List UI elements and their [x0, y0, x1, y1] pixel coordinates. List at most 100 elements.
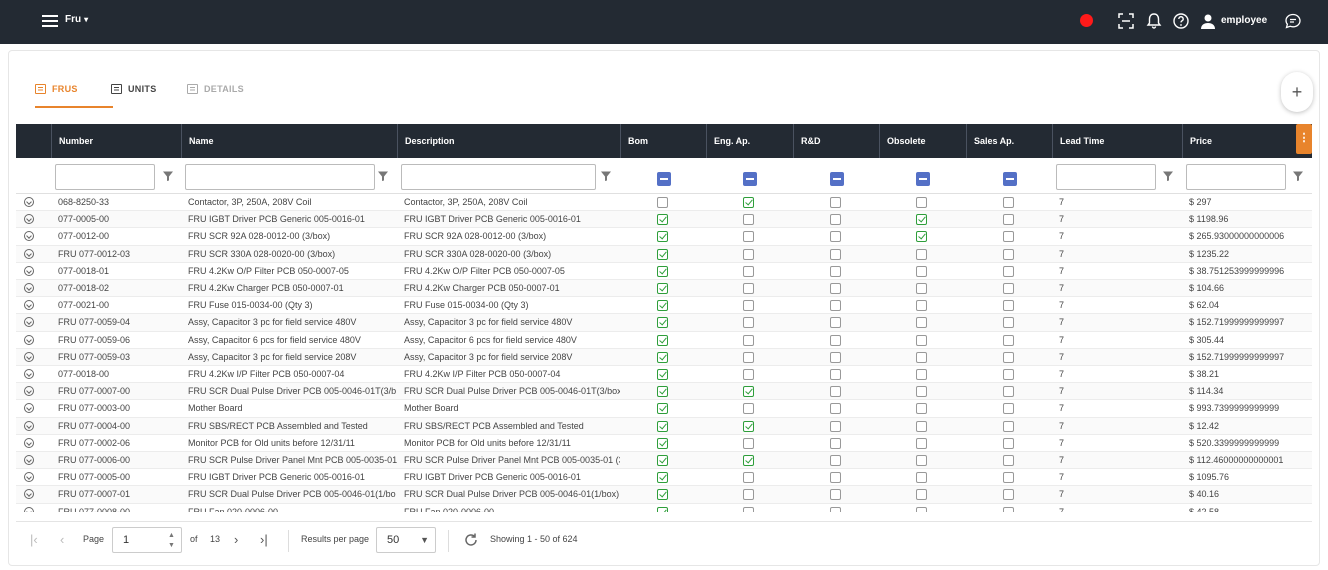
checkbox-rd[interactable]: [830, 248, 841, 260]
expand-row-icon[interactable]: [24, 317, 34, 328]
filter-checkbox-obsolete[interactable]: [916, 172, 930, 186]
checkbox-bom[interactable]: [657, 420, 668, 432]
expand-row-icon[interactable]: [24, 472, 34, 483]
checkbox-obsolete[interactable]: [916, 472, 927, 484]
expand-row-icon[interactable]: [24, 489, 34, 500]
table-row[interactable]: FRU 077-0005-00 FRU IGBT Driver PCB Gener…: [16, 469, 1312, 487]
checkbox-eng-ap[interactable]: [743, 386, 754, 398]
table-row[interactable]: FRU 077-0007-01 FRU SCR Dual Pulse Driver…: [16, 486, 1312, 504]
checkbox-bom[interactable]: [657, 386, 668, 398]
checkbox-eng-ap[interactable]: [743, 437, 754, 449]
table-row[interactable]: FRU 077-0002-06 Monitor PCB for Old units…: [16, 435, 1312, 452]
checkbox-rd[interactable]: [830, 455, 841, 466]
checkbox-rd[interactable]: [830, 334, 841, 346]
help-icon[interactable]: [1172, 12, 1190, 30]
expand-row-icon[interactable]: [24, 231, 34, 242]
bell-icon[interactable]: [1145, 12, 1163, 30]
checkbox-obsolete[interactable]: [916, 214, 927, 226]
checkbox-rd[interactable]: [830, 214, 841, 226]
checkbox-eng-ap[interactable]: [743, 265, 754, 277]
checkbox-eng-ap[interactable]: [743, 489, 754, 501]
checkbox-sales-ap[interactable]: [1003, 455, 1014, 466]
checkbox-rd[interactable]: [830, 369, 841, 380]
checkbox-rd[interactable]: [830, 506, 841, 512]
expand-row-icon[interactable]: [24, 248, 34, 259]
checkbox-rd[interactable]: [830, 197, 841, 208]
first-page-icon[interactable]: |‹: [30, 532, 38, 547]
checkbox-sales-ap[interactable]: [1003, 317, 1014, 329]
checkbox-eng-ap[interactable]: [743, 351, 754, 363]
table-row[interactable]: FRU 077-0006-00 FRU SCR Pulse Driver Pane…: [16, 452, 1312, 470]
expand-row-icon[interactable]: [24, 403, 34, 414]
filter-checkbox-sales-ap[interactable]: [1003, 172, 1017, 186]
column-header-lead-time[interactable]: Lead Time: [1052, 124, 1182, 158]
checkbox-bom[interactable]: [657, 437, 668, 449]
column-menu-icon[interactable]: ⋮: [1296, 124, 1312, 154]
checkbox-rd[interactable]: [830, 472, 841, 484]
checkbox-eng-ap[interactable]: [743, 231, 754, 243]
checkbox-bom[interactable]: [657, 506, 668, 512]
user-name[interactable]: employee: [1221, 15, 1267, 26]
table-row[interactable]: 077-0018-02 FRU 4.2Kw Charger PCB 050-000…: [16, 280, 1312, 298]
expand-row-icon[interactable]: [24, 506, 34, 512]
user-avatar-icon[interactable]: [1199, 12, 1217, 30]
checkbox-eng-ap[interactable]: [743, 317, 754, 329]
checkbox-eng-ap[interactable]: [743, 455, 754, 466]
checkbox-rd[interactable]: [830, 403, 841, 415]
column-header-price[interactable]: Price: [1182, 124, 1296, 158]
checkbox-obsolete[interactable]: [916, 283, 927, 294]
table-row[interactable]: 077-0018-00 FRU 4.2Kw I/P Filter PCB 050-…: [16, 366, 1312, 384]
table-row[interactable]: FRU 077-0008-00 FRU Fan 020-0006-00 FRU Fa…: [16, 504, 1312, 512]
column-header-description[interactable]: Description: [397, 124, 620, 158]
checkbox-bom[interactable]: [657, 472, 668, 484]
checkbox-bom[interactable]: [657, 455, 668, 466]
checkbox-sales-ap[interactable]: [1003, 231, 1014, 243]
checkbox-sales-ap[interactable]: [1003, 489, 1014, 501]
expand-row-icon[interactable]: [24, 351, 34, 362]
table-row[interactable]: FRU 077-0003-00 Mother Board Mother Board 7…: [16, 400, 1312, 418]
checkbox-bom[interactable]: [657, 403, 668, 415]
checkbox-eng-ap[interactable]: [743, 248, 754, 260]
checkbox-bom[interactable]: [657, 283, 668, 294]
expand-row-icon[interactable]: [24, 437, 34, 448]
checkbox-sales-ap[interactable]: [1003, 437, 1014, 449]
filter-input-number[interactable]: [55, 164, 155, 190]
checkbox-obsolete[interactable]: [916, 369, 927, 380]
filter-input-name[interactable]: [185, 164, 375, 190]
checkbox-obsolete[interactable]: [916, 403, 927, 415]
checkbox-obsolete[interactable]: [916, 317, 927, 329]
table-row[interactable]: FRU 077-0012-03 FRU SCR 330A 028-0020-00 …: [16, 245, 1312, 263]
checkbox-eng-ap[interactable]: [743, 300, 754, 312]
checkbox-obsolete[interactable]: [916, 248, 927, 260]
checkbox-obsolete[interactable]: [916, 351, 927, 363]
checkbox-obsolete[interactable]: [916, 506, 927, 512]
checkbox-sales-ap[interactable]: [1003, 403, 1014, 415]
column-header-name[interactable]: Name: [181, 124, 397, 158]
expand-row-icon[interactable]: [24, 369, 34, 379]
expand-row-icon[interactable]: [24, 334, 34, 345]
checkbox-rd[interactable]: [830, 231, 841, 243]
filter-icon[interactable]: [1162, 170, 1174, 182]
checkbox-obsolete[interactable]: [916, 334, 927, 346]
tab-frus[interactable]: FRUS: [35, 70, 113, 108]
checkbox-rd[interactable]: [830, 300, 841, 312]
expand-row-icon[interactable]: [24, 197, 34, 207]
filter-icon[interactable]: [377, 170, 389, 182]
filter-checkbox-bom[interactable]: [657, 172, 671, 186]
checkbox-rd[interactable]: [830, 265, 841, 277]
checkbox-bom[interactable]: [657, 489, 668, 501]
filter-icon[interactable]: [600, 170, 612, 182]
add-button[interactable]: +: [1281, 72, 1313, 112]
chat-icon[interactable]: [1284, 12, 1302, 30]
app-switcher[interactable]: Fru ▾: [65, 14, 88, 25]
checkbox-sales-ap[interactable]: [1003, 334, 1014, 346]
checkbox-bom[interactable]: [657, 197, 668, 208]
checkbox-sales-ap[interactable]: [1003, 214, 1014, 226]
expand-row-icon[interactable]: [24, 283, 34, 293]
checkbox-sales-ap[interactable]: [1003, 420, 1014, 432]
checkbox-sales-ap[interactable]: [1003, 283, 1014, 294]
checkbox-obsolete[interactable]: [916, 437, 927, 449]
table-row[interactable]: 068-8250-33 Contactor, 3P, 250A, 208V Coi…: [16, 194, 1312, 212]
results-per-page-select[interactable]: 50 ▼: [376, 527, 436, 553]
checkbox-bom[interactable]: [657, 334, 668, 346]
